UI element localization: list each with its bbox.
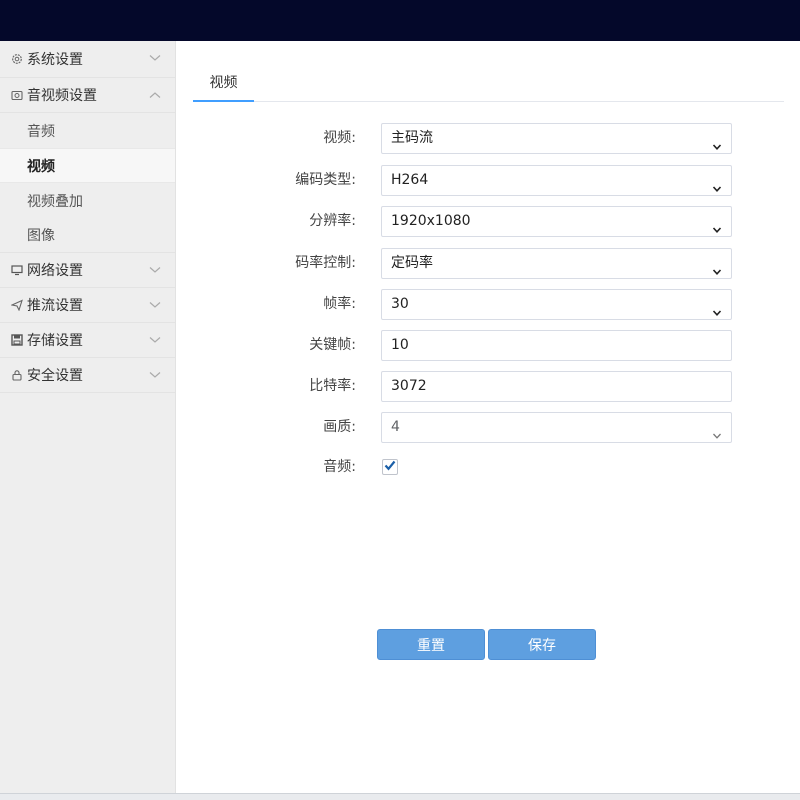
field-label: 比特率:: [309, 378, 356, 394]
send-icon: [10, 298, 24, 312]
chevron-down-icon: [149, 52, 161, 64]
tab-video[interactable]: 视频: [193, 61, 254, 102]
top-header-bar: [0, 0, 800, 41]
sidebar-item-image[interactable]: 图像: [0, 218, 175, 253]
form-row-video: 视频: 主码流: [177, 123, 800, 154]
chevron-down-icon: [149, 369, 161, 381]
field-label: 视频:: [323, 130, 356, 146]
sidebar-item-audio[interactable]: 音频: [0, 113, 175, 148]
form-row-audio: 音频:: [177, 452, 800, 483]
sidebar-group-av[interactable]: 音视频设置: [0, 78, 175, 113]
field-label: 画质:: [323, 419, 356, 435]
form-row-quality: 画质: 4: [177, 412, 800, 443]
resolution-select[interactable]: 1920x1080: [381, 206, 732, 237]
save-button[interactable]: 保存: [488, 629, 596, 660]
select-value: 主码流: [391, 130, 433, 146]
chevron-down-icon: [149, 264, 161, 276]
checkmark-icon: [384, 459, 396, 475]
field-label: 音频:: [323, 459, 356, 475]
field-label: 分辨率:: [309, 213, 356, 229]
encode-type-select[interactable]: H264: [381, 165, 732, 196]
gear-icon: [10, 52, 24, 66]
sidebar-group-label: 推流设置: [27, 298, 83, 314]
select-value: 4: [391, 419, 400, 435]
sidebar-group-label: 音视频设置: [27, 88, 97, 104]
monitor-icon: [10, 263, 24, 277]
chevron-down-icon: [712, 134, 722, 150]
field-label: 关键帧:: [309, 337, 356, 353]
form-row-encode-type: 编码类型: H264: [177, 165, 800, 196]
sidebar-group-storage[interactable]: 存储设置: [0, 323, 175, 358]
chevron-down-icon: [712, 176, 722, 192]
sidebar-group-system[interactable]: 系统设置: [0, 41, 175, 78]
chevron-down-icon: [712, 259, 722, 275]
sidebar: 系统设置 音视频设置 音频 视频 视频叠加 图像 网络设置 推流设置 存储设置 …: [0, 41, 176, 793]
sidebar-group-network[interactable]: 网络设置: [0, 253, 175, 288]
sidebar-group-label: 系统设置: [27, 52, 83, 68]
select-value: H264: [391, 172, 429, 188]
field-label: 编码类型:: [295, 172, 356, 188]
chevron-down-icon: [149, 334, 161, 346]
chevron-down-icon: [712, 423, 722, 439]
chevron-down-icon: [712, 217, 722, 233]
reset-button[interactable]: 重置: [377, 629, 485, 660]
form-row-frame-rate: 帧率: 30: [177, 289, 800, 320]
chevron-down-icon: [149, 299, 161, 311]
sidebar-group-label: 网络设置: [27, 263, 83, 279]
form-row-bitrate: 比特率: 3072: [177, 371, 800, 402]
form-row-resolution: 分辨率: 1920x1080: [177, 206, 800, 237]
sidebar-item-video[interactable]: 视频: [0, 148, 175, 183]
window-bottom-edge: [0, 793, 800, 800]
form-row-rate-control: 码率控制: 定码率: [177, 248, 800, 279]
main-panel: 视频 视频: 主码流 编码类型: H264 分辨率: 1920x1080 码率控…: [177, 41, 800, 793]
lock-icon: [10, 368, 24, 382]
tab-bar: 视频: [193, 61, 784, 102]
sidebar-item-video-overlay[interactable]: 视频叠加: [0, 183, 175, 218]
select-value: 1920x1080: [391, 213, 471, 229]
sidebar-group-label: 安全设置: [27, 368, 83, 384]
select-value: 定码率: [391, 255, 433, 271]
field-label: 码率控制:: [295, 255, 356, 271]
keyframe-input[interactable]: 10: [381, 330, 732, 361]
sidebar-group-label: 存储设置: [27, 333, 83, 349]
rate-control-select[interactable]: 定码率: [381, 248, 732, 279]
active-tab-indicator: [193, 100, 254, 102]
save-icon: [10, 333, 24, 347]
chevron-down-icon: [712, 300, 722, 316]
quality-select[interactable]: 4: [381, 412, 732, 443]
chevron-up-icon: [149, 89, 161, 101]
sidebar-group-streaming[interactable]: 推流设置: [0, 288, 175, 323]
form-row-keyframe: 关键帧: 10: [177, 330, 800, 361]
video-stream-select[interactable]: 主码流: [381, 123, 732, 154]
bitrate-input[interactable]: 3072: [381, 371, 732, 402]
frame-rate-select[interactable]: 30: [381, 289, 732, 320]
camera-icon: [10, 88, 24, 102]
field-label: 帧率:: [323, 296, 356, 312]
select-value: 30: [391, 296, 409, 312]
audio-checkbox[interactable]: [382, 459, 398, 475]
sidebar-group-security[interactable]: 安全设置: [0, 358, 175, 393]
